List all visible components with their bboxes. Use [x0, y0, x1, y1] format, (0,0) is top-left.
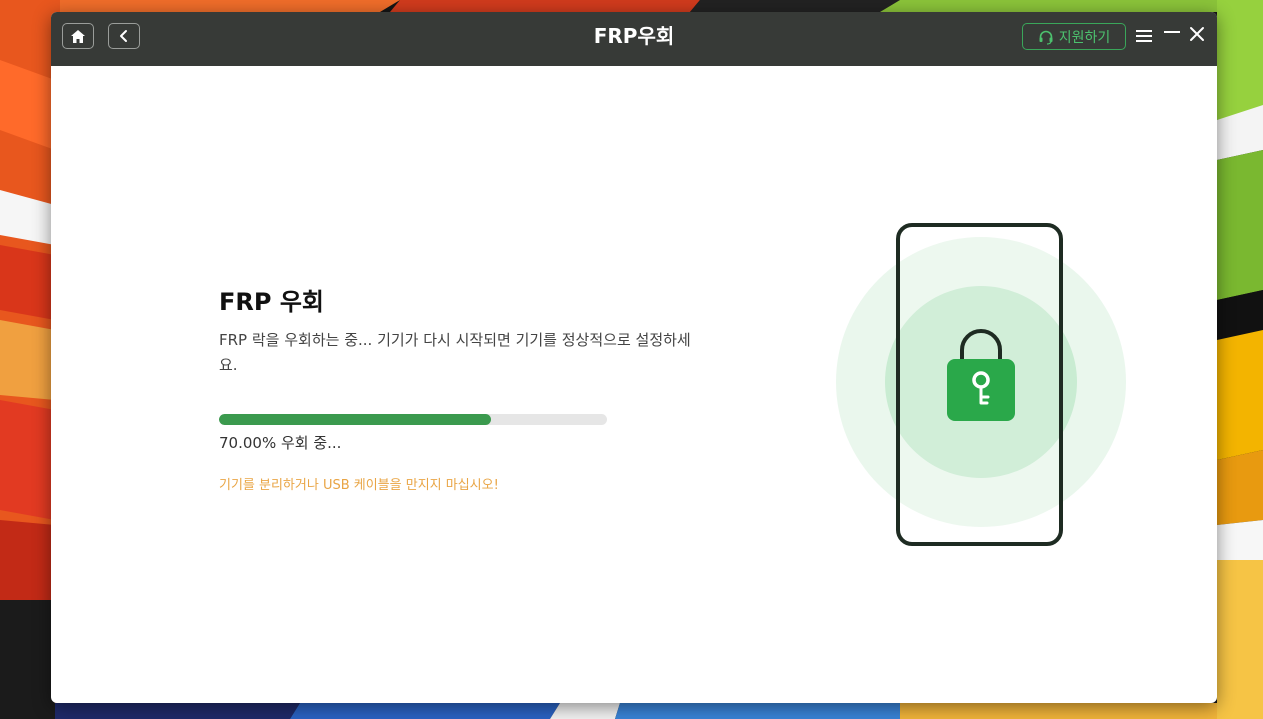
minimize-button[interactable]	[1161, 22, 1183, 44]
progress-text: 70.00% 우회 중...	[219, 434, 342, 452]
phone-lock-graphic	[836, 223, 1126, 546]
menu-icon	[1136, 30, 1152, 42]
close-button[interactable]	[1186, 23, 1208, 45]
phone-lock-illustration	[831, 217, 1131, 562]
support-button[interactable]: 지원하기	[1022, 23, 1126, 50]
progress-fill	[219, 414, 491, 425]
close-icon	[1190, 27, 1204, 41]
page-heading: FRP 우회	[219, 288, 324, 316]
headset-icon	[1039, 30, 1053, 45]
support-label: 지원하기	[1058, 29, 1111, 46]
app-window: FRP우회 지원하기 FRP 우회 FRP 락을 우회하는 중... 기기가 다…	[51, 12, 1217, 703]
minimize-icon	[1164, 31, 1180, 33]
warning-message: 기기를 분리하거나 USB 케이블을 만지지 마십시오!	[219, 478, 499, 493]
status-description: FRP 락을 우회하는 중... 기기가 다시 시작되면 기기를 정상적으로 설…	[219, 331, 691, 374]
title-bar: FRP우회 지원하기	[51, 12, 1217, 66]
progress-bar	[219, 414, 607, 425]
menu-button[interactable]	[1133, 25, 1155, 47]
